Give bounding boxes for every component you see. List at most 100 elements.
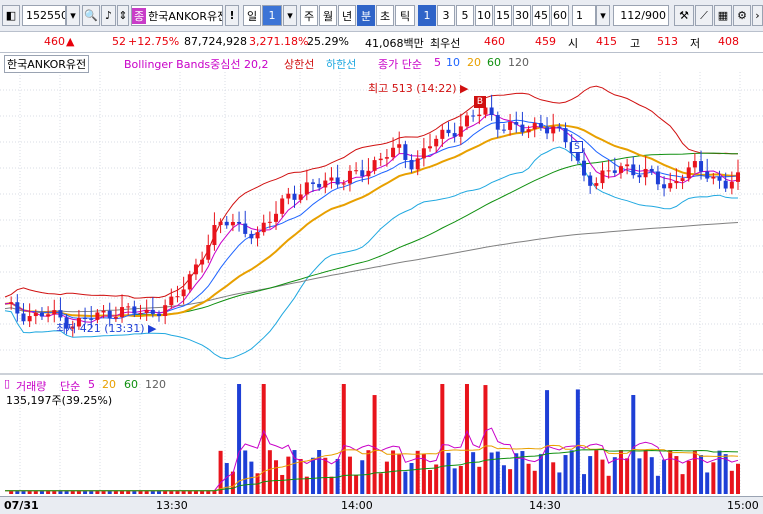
candle-body <box>169 296 174 306</box>
volume-ma120: 120 <box>145 378 166 391</box>
price-volume-chart[interactable] <box>0 54 763 496</box>
volume-bar <box>298 458 303 494</box>
volume-value: 87,724,928 <box>184 35 247 48</box>
custom-interval-input[interactable]: 1 <box>572 5 596 26</box>
high-arrow-icon: ▶ <box>460 82 469 95</box>
gear-icon[interactable]: ⚙ <box>733 5 751 26</box>
volume-bar <box>483 385 488 494</box>
period-week[interactable]: 주 <box>300 5 318 26</box>
time-axis: 07/31 13:30 14:00 14:30 15:00 <box>0 496 763 514</box>
interval-1[interactable]: 1 <box>418 5 436 26</box>
best-ask: 460 <box>484 35 505 48</box>
search-icon[interactable]: 🔍 <box>82 5 100 26</box>
period-month[interactable]: 월 <box>319 5 337 26</box>
period-value[interactable]: 1 <box>262 5 282 26</box>
volume-bar <box>736 463 740 494</box>
candle-body <box>692 161 697 168</box>
candle-body <box>680 178 685 182</box>
volume-bar <box>508 469 513 494</box>
candle-body <box>440 129 445 139</box>
interval-3[interactable]: 3 <box>437 5 455 26</box>
volume-bar <box>569 450 574 494</box>
period-minute[interactable]: 분 <box>357 5 375 26</box>
candle-body <box>655 171 660 185</box>
volume-bar <box>237 384 242 494</box>
warning-button[interactable]: ! <box>225 5 239 26</box>
buy-signal-marker[interactable]: B <box>474 96 486 108</box>
candle-body <box>193 264 198 275</box>
volume-bar <box>354 474 359 494</box>
volume-bar <box>545 390 550 494</box>
window-menu-icon[interactable]: ◧ <box>2 5 20 26</box>
stock-name-field[interactable]: 종 한국ANKOR유전 <box>131 5 223 26</box>
stock-code-input[interactable]: 152550 <box>22 5 66 26</box>
period-dropdown-icon[interactable]: ▾ <box>283 5 297 26</box>
current-price: 460 <box>44 35 65 48</box>
price-legend: 한국ANKOR유전 Bollinger Bands중심선 20,2 상한선 하한… <box>0 54 763 73</box>
candle-body <box>563 128 568 143</box>
high-price: 513 <box>657 35 678 48</box>
candle-body <box>298 194 303 200</box>
candle-body <box>46 314 51 317</box>
display-count-field[interactable]: 112/900 <box>613 5 669 26</box>
sound-icon[interactable]: ♪ <box>101 5 116 26</box>
volume-bar <box>618 450 623 494</box>
volume-bar <box>489 452 494 494</box>
volume-bar <box>409 463 414 494</box>
candle-body <box>107 310 112 319</box>
stepper-icon[interactable]: ⇕ <box>117 5 129 26</box>
candle-body <box>483 107 488 115</box>
interval-60[interactable]: 60 <box>551 5 569 26</box>
volume-bar <box>434 464 439 494</box>
period-second[interactable]: 초 <box>376 5 394 26</box>
candle-body <box>378 158 383 161</box>
open-price: 415 <box>596 35 617 48</box>
candle-body <box>224 221 229 226</box>
more-icon[interactable]: › <box>752 5 763 26</box>
period-day-button[interactable]: 일 <box>243 5 261 26</box>
custom-interval-dropdown-icon[interactable]: ▾ <box>596 5 610 26</box>
code-dropdown-icon[interactable]: ▾ <box>66 5 80 26</box>
price-info-bar: 460 ▲ 52 +12.75% 87,724,928 3,271.18% 25… <box>0 32 763 53</box>
interval-45[interactable]: 45 <box>532 5 550 26</box>
candle-body <box>582 160 587 176</box>
volume-bar <box>625 458 630 494</box>
volume-bar <box>649 457 654 494</box>
grid-icon[interactable]: ▦ <box>714 5 732 26</box>
volume-bar <box>526 463 531 494</box>
open-label: 시 <box>568 37 579 50</box>
candle-body <box>631 164 636 176</box>
candle-body <box>95 312 100 320</box>
interval-15[interactable]: 15 <box>494 5 512 26</box>
sell-signal-marker[interactable]: S <box>571 141 583 153</box>
volume-bar <box>674 456 679 494</box>
volume-bar <box>532 470 537 494</box>
candle-body <box>101 310 106 313</box>
volume-ma60: 60 <box>124 378 138 391</box>
candle-body <box>113 317 118 319</box>
volume-bar <box>557 472 562 494</box>
legend-bb-upper: 상한선 <box>284 58 315 71</box>
candle-body <box>267 221 272 223</box>
interval-5[interactable]: 5 <box>456 5 474 26</box>
candle-body <box>668 183 673 189</box>
display-count: 112 <box>620 9 642 22</box>
period-tick[interactable]: 틱 <box>395 5 415 26</box>
candle-body <box>501 129 506 131</box>
volume-bar <box>495 451 500 494</box>
volume-bar <box>551 462 556 494</box>
candle-body <box>649 168 654 172</box>
interval-10[interactable]: 10 <box>475 5 493 26</box>
volume-bar <box>372 395 377 494</box>
chart-tools-icon[interactable]: ⚒ <box>674 5 694 26</box>
period-year[interactable]: 년 <box>338 5 356 26</box>
axis-tick-1430: 14:30 <box>529 499 561 512</box>
best-bid: 459 <box>535 35 556 48</box>
legend-stock-name[interactable]: 한국ANKOR유전 <box>4 55 90 73</box>
line-tool-icon[interactable]: ⟋ <box>695 5 713 26</box>
candle-body <box>187 274 192 290</box>
interval-30[interactable]: 30 <box>513 5 531 26</box>
change-percent: +12.75% <box>128 35 180 48</box>
volume-bar <box>705 472 710 494</box>
candle-body <box>532 123 537 130</box>
